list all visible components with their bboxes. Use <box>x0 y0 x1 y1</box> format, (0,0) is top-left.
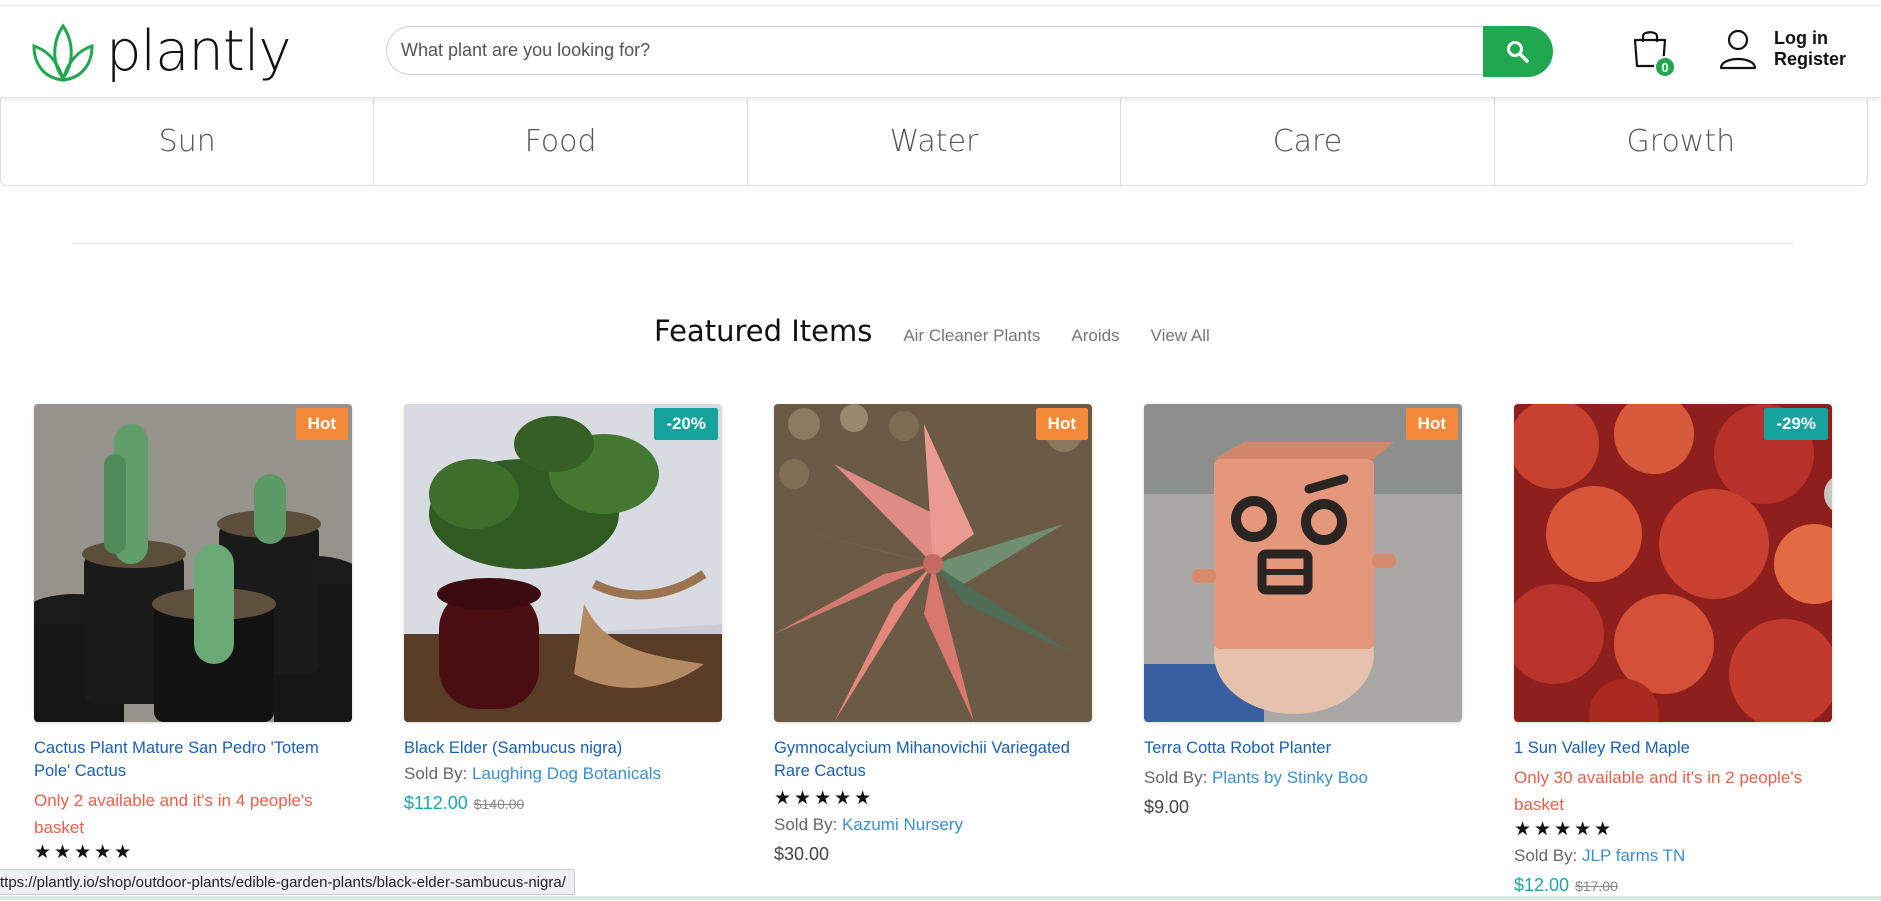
old-price: $17.00 <box>1575 878 1618 894</box>
category-care[interactable]: Care <box>1121 97 1495 185</box>
category-bar: Sun Food Water Care Growth <box>0 97 1868 186</box>
gymnocalycium-image <box>774 404 1092 722</box>
cactus-pots-image <box>34 404 352 722</box>
tab-view-all[interactable]: View All <box>1151 326 1210 346</box>
sold-by-label: Sold By: <box>1144 768 1208 787</box>
robot-planter-image <box>1144 404 1462 722</box>
seller-link[interactable]: Kazumi Nursery <box>842 815 963 834</box>
rating-stars: ★★★★★ <box>774 788 875 809</box>
price: $112.00 $140.00 <box>404 788 722 819</box>
product-image[interactable]: -20% <box>404 404 722 722</box>
tab-air-cleaner-plants[interactable]: Air Cleaner Plants <box>903 326 1040 346</box>
product-image[interactable]: -29% <box>1514 404 1832 722</box>
product-card: Hot Terra Cotta Robot Planter Sold By: P… <box>1144 404 1462 822</box>
product-title[interactable]: Black Elder (Sambucus nigra) <box>404 737 722 760</box>
site-header: plantly 0 Log in Register <box>0 0 1881 98</box>
sale-price: $112.00 <box>404 793 468 813</box>
product-title[interactable]: Cactus Plant Mature San Pedro 'Totem Pol… <box>34 737 352 783</box>
sold-by-label: Sold By: <box>774 815 838 834</box>
stock-notice: Only 2 available and it's in 4 people's … <box>34 791 313 837</box>
product-badge: -29% <box>1764 408 1828 440</box>
featured-title: Featured Items <box>654 314 873 348</box>
rating-stars: ★★★★★ <box>1514 819 1615 840</box>
product-card: Hot Cactus Plant Mature San Pedro 'Totem… <box>34 404 352 865</box>
category-growth[interactable]: Growth <box>1495 97 1867 185</box>
product-title[interactable]: 1 Sun Valley Red Maple <box>1514 737 1832 760</box>
product-image[interactable]: Hot <box>34 404 352 722</box>
account-menu: Log in Register <box>1718 28 1846 70</box>
sold-by: Sold By: Plants by Stinky Boo <box>1144 764 1462 792</box>
price: $30.00 <box>774 844 830 864</box>
sold-by: Sold By: JLP farms TN <box>1514 842 1832 870</box>
cart-button[interactable]: 0 <box>1630 28 1676 78</box>
bottom-edge <box>0 896 1881 900</box>
red-maple-image <box>1514 404 1832 722</box>
old-price: $140.00 <box>473 796 525 812</box>
product-title[interactable]: Gymnocalycium Mihanovichii Variegated Ra… <box>774 737 1092 783</box>
category-water[interactable]: Water <box>748 97 1122 185</box>
product-card: Hot Gymnocalycium Mihanovichii Variegate… <box>774 404 1092 869</box>
sold-by-label: Sold By: <box>404 764 468 783</box>
seller-link[interactable]: Laughing Dog Botanicals <box>472 764 661 783</box>
sold-by: Sold By: Laughing Dog Botanicals <box>404 760 722 788</box>
logo[interactable]: plantly <box>30 19 292 84</box>
brand-name: plantly <box>106 19 292 84</box>
product-card: -29% 1 Sun Valley Red Maple Only 30 avai… <box>1514 404 1832 901</box>
product-badge: Hot <box>295 408 348 440</box>
price: $9.00 <box>1144 797 1190 817</box>
search-input[interactable] <box>386 26 1484 75</box>
product-image[interactable]: Hot <box>774 404 1092 722</box>
featured-header: Featured Items Air Cleaner Plants Aroids… <box>0 314 1881 354</box>
section-divider <box>73 243 1793 244</box>
rating-stars: ★★★★★ <box>34 842 135 863</box>
search-icon <box>1507 40 1529 63</box>
black-elder-image <box>404 404 722 722</box>
search-bar <box>386 26 1554 77</box>
category-food[interactable]: Food <box>374 97 748 185</box>
leaf-logo-icon <box>32 23 94 82</box>
product-card: -20% Black Elder (Sambucus nigra) Sold B… <box>404 404 722 819</box>
sale-price: $12.00 <box>1514 875 1570 895</box>
sold-by: Sold By: Kazumi Nursery <box>774 811 1092 839</box>
category-sun[interactable]: Sun <box>1 97 375 185</box>
product-badge: Hot <box>1405 408 1458 440</box>
stock-notice: Only 30 available and it's in 2 people's… <box>1514 768 1803 814</box>
login-link[interactable]: Log in <box>1774 28 1846 49</box>
seller-link[interactable]: Plants by Stinky Boo <box>1212 768 1368 787</box>
product-badge: -20% <box>654 408 718 440</box>
product-title[interactable]: Terra Cotta Robot Planter <box>1144 737 1462 760</box>
tab-aroids[interactable]: Aroids <box>1071 326 1119 346</box>
product-badge: Hot <box>1035 408 1088 440</box>
product-image[interactable]: Hot <box>1144 404 1462 722</box>
sold-by-label: Sold By: <box>1514 846 1578 865</box>
search-button[interactable] <box>1483 26 1553 77</box>
cart-count-badge: 0 <box>1654 56 1676 78</box>
browser-status-url: ttps://plantly.io/shop/outdoor-plants/ed… <box>0 869 575 895</box>
register-link[interactable]: Register <box>1774 49 1846 70</box>
top-divider <box>0 5 1881 6</box>
user-icon <box>1719 29 1757 70</box>
seller-link[interactable]: JLP farms TN <box>1582 846 1685 865</box>
